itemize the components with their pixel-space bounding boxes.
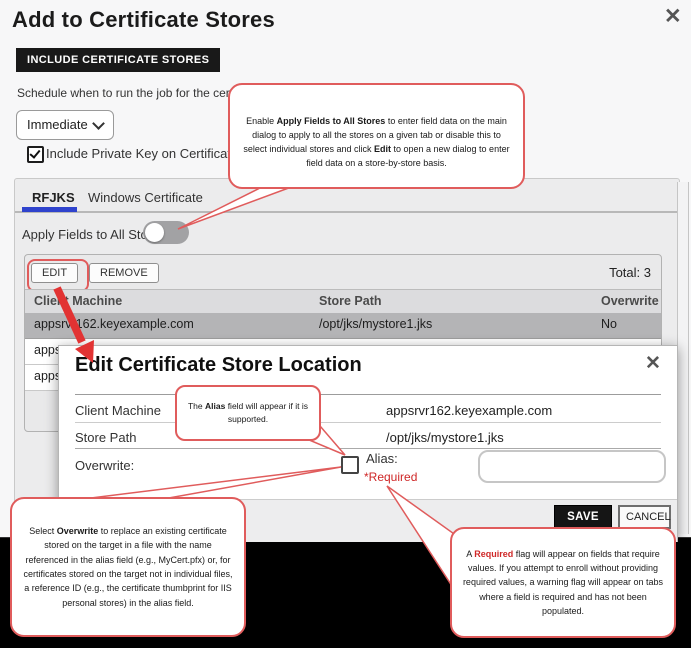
field-value-store-path: /opt/jks/mystore1.jks	[386, 430, 504, 445]
include-certificate-stores-button[interactable]: INCLUDE CERTIFICATE STORES	[16, 48, 220, 72]
private-key-checkbox[interactable]	[27, 146, 44, 163]
alias-input[interactable]	[478, 450, 666, 483]
tab-divider	[15, 211, 677, 213]
cancel-button[interactable]: CANCEL	[618, 505, 671, 529]
callout-text-bold: Alias	[205, 401, 225, 411]
overwrite-checkbox[interactable]	[341, 456, 359, 474]
field-label-store-path: Store Path	[75, 430, 136, 445]
schedule-label: Schedule when to run the job for the cer…	[17, 86, 258, 100]
edit-dialog-title: Edit Certificate Store Location	[75, 354, 362, 377]
toggle-knob	[145, 223, 164, 242]
required-flag: *Required	[364, 470, 417, 484]
callout-text: Select	[29, 526, 57, 536]
callout-text-bold: Edit	[374, 144, 391, 154]
cell-client-machine: appsrvr162.keyexample.com	[34, 317, 194, 331]
cell-store-path: /opt/jks/mystore1.jks	[319, 317, 432, 331]
callout-text-bold: Apply Fields to All Stores	[277, 116, 386, 126]
callout-text-bold: Overwrite	[57, 526, 99, 536]
table-row[interactable]: appsrvr162.keyexample.com /opt/jks/mysto…	[25, 313, 661, 339]
scrollbar-track[interactable]	[677, 182, 689, 534]
cell-overwrite: No	[601, 317, 617, 331]
column-client-machine: Client Machine	[34, 294, 122, 308]
callout-required: A Required flag will appear on fields th…	[450, 527, 676, 638]
close-icon[interactable]: ✕	[664, 6, 682, 27]
divider	[75, 422, 661, 423]
column-store-path: Store Path	[319, 294, 382, 308]
remove-button[interactable]: REMOVE	[89, 263, 159, 283]
divider	[75, 394, 661, 395]
alias-label: Alias:	[366, 451, 398, 466]
schedule-select-value: Immediate	[27, 117, 88, 132]
table-header: Client Machine Store Path Overwrite	[25, 289, 661, 314]
page-background: Add to Certificate Stores ✕ INCLUDE CERT…	[0, 0, 691, 648]
dialog-title: Add to Certificate Stores	[12, 7, 275, 33]
edit-button[interactable]: EDIT	[31, 263, 78, 283]
divider	[75, 448, 661, 449]
callout-overwrite: Select Overwrite to replace an existing …	[10, 497, 246, 637]
active-tab-underline	[22, 207, 77, 212]
tab-windows-certificate[interactable]: Windows Certificate	[88, 190, 203, 205]
chevron-down-icon	[92, 117, 105, 130]
overwrite-label: Overwrite:	[75, 458, 134, 473]
apply-fields-toggle[interactable]	[143, 221, 189, 244]
save-button[interactable]: SAVE	[554, 505, 612, 529]
total-count: Total: 3	[609, 265, 651, 280]
callout-text: field will appear if it is supported.	[225, 401, 308, 424]
schedule-select[interactable]: Immediate	[16, 110, 114, 140]
callout-text: Enable	[246, 116, 277, 126]
check-icon	[29, 147, 40, 159]
callout-text: A	[466, 549, 474, 559]
field-label-client-machine: Client Machine	[75, 403, 161, 418]
field-value-client-machine: appsrvr162.keyexample.com	[386, 403, 552, 418]
callout-alias: The Alias field will appear if it is sup…	[175, 385, 321, 441]
column-overwrite: Overwrite	[601, 294, 659, 308]
callout-text-required: Required	[474, 549, 513, 559]
callout-text: The	[188, 401, 205, 411]
close-icon[interactable]: ✕	[645, 354, 661, 373]
tab-rfjks[interactable]: RFJKS	[32, 190, 75, 205]
callout-apply-fields: Enable Apply Fields to All Stores to ent…	[228, 83, 525, 189]
callout-text: to replace an existing certificate store…	[23, 526, 232, 608]
